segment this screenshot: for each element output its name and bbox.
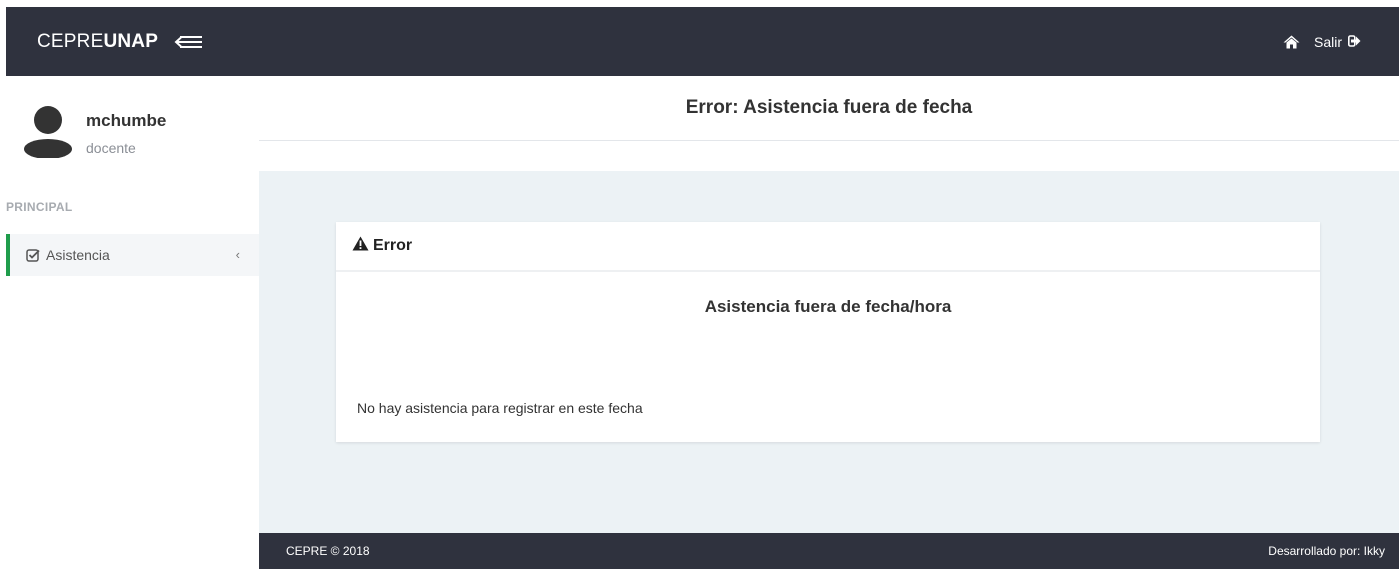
user-name: mchumbe xyxy=(86,111,167,130)
brand-logo[interactable]: CEPRE UNAP xyxy=(37,31,204,53)
main-content: Error: Asistencia fuera de fecha Error A… xyxy=(259,76,1399,533)
page-title: Error: Asistencia fuera de fecha xyxy=(685,97,973,118)
menu-toggle-icon[interactable] xyxy=(174,34,204,50)
footer-credits: Desarrollado por: Ikky xyxy=(1268,544,1385,558)
home-icon[interactable] xyxy=(1283,35,1300,49)
panel-header: Error xyxy=(336,222,1320,272)
chevron-left-icon: ‹ xyxy=(235,247,240,262)
sidebar: mchumbe docente PRINCIPAL Asistencia ‹ xyxy=(6,76,259,569)
logout-button[interactable]: Salir xyxy=(1314,34,1361,50)
user-role: docente xyxy=(86,140,136,156)
footer: CEPRE © 2018 Desarrollado por: Ikky xyxy=(259,533,1399,569)
brand-text-light[interactable]: CEPRE xyxy=(37,31,103,53)
error-panel: Error Asistencia fuera de fecha/hora No … xyxy=(336,222,1320,442)
brand-text-bold[interactable]: UNAP xyxy=(103,31,158,53)
footer-copyright: CEPRE © 2018 xyxy=(286,544,370,558)
check-square-icon xyxy=(26,248,40,262)
sidebar-item-label: Asistencia xyxy=(46,247,110,263)
logout-label: Salir xyxy=(1313,33,1342,50)
page-header: Error: Asistencia fuera de fecha xyxy=(259,76,1399,171)
panel-subtitle: Asistencia fuera de fecha/hora xyxy=(704,297,952,316)
sidebar-section-principal: PRINCIPAL xyxy=(6,200,73,214)
sign-out-icon xyxy=(1348,34,1361,50)
sidebar-item-asistencia[interactable]: Asistencia ‹ xyxy=(6,234,259,276)
panel-title: Error xyxy=(373,237,413,254)
warning-icon xyxy=(352,236,369,256)
panel-body: Asistencia fuera de fecha/hora No hay as… xyxy=(336,272,1320,440)
avatar-icon xyxy=(24,103,72,159)
top-navbar: CEPRE UNAP Salir xyxy=(6,7,1399,76)
user-panel: mchumbe docente xyxy=(24,103,167,159)
panel-message: No hay asistencia para registrar en este… xyxy=(357,400,643,416)
